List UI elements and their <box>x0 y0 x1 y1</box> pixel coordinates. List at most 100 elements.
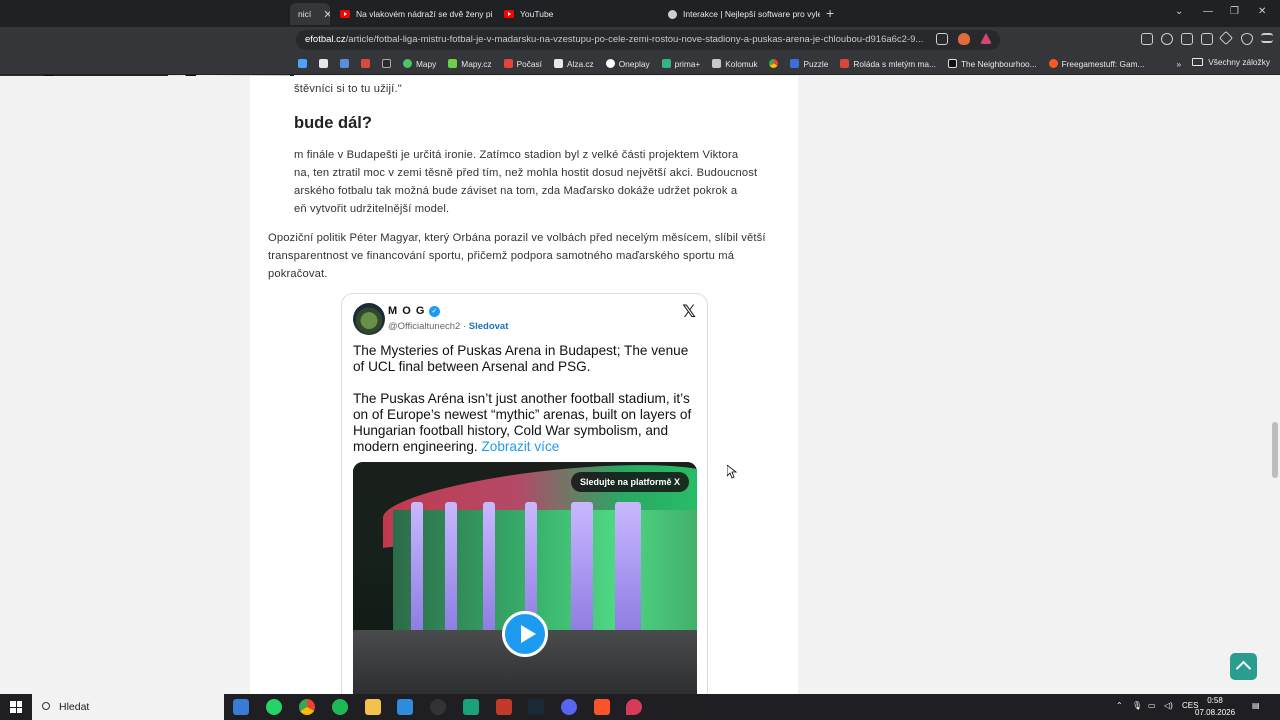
app-icon[interactable] <box>626 699 642 715</box>
show-more-link[interactable]: Zobrazit více <box>481 439 559 454</box>
tab-youtube[interactable]: YouTube <box>496 3 656 25</box>
url-field[interactable]: efotbal.cz/article/fotbal-liga-mistru-fo… <box>296 30 1000 50</box>
tab-label: nicí <box>298 9 312 19</box>
oneplay-icon <box>605 59 615 68</box>
network-icon[interactable]: ▭ <box>1148 701 1156 710</box>
restore-icon[interactable]: ❐ <box>1230 6 1239 17</box>
bookmark-neighbourhood[interactable]: The Neighbourhoo... <box>947 58 1037 69</box>
spotify-icon[interactable] <box>332 699 348 715</box>
bookmark-label: Mapy.cz <box>461 58 492 69</box>
app-icon[interactable] <box>463 699 479 715</box>
stadium-pillar <box>411 502 423 642</box>
notifications-icon[interactable]: ▤ <box>1252 701 1260 710</box>
wallet-icon[interactable] <box>1201 33 1213 45</box>
bookmark-label: Roláda s mletým ma... <box>853 58 936 69</box>
embedded-tweet[interactable]: M O G ✓ @Officialtunech2 · Sledovat 𝕏 Th… <box>341 293 708 703</box>
taskbar-search[interactable]: Hledat <box>32 694 224 720</box>
youtube-icon <box>340 10 350 18</box>
author-name: M O G <box>388 305 426 317</box>
tweet-text-2: The Puskas Aréna isn’t just another foot… <box>353 391 698 455</box>
task-view-icon[interactable] <box>233 699 249 715</box>
bookmark-kolomuk[interactable]: Kolomuk <box>712 59 757 69</box>
app-icon[interactable] <box>430 699 446 715</box>
new-tab-button[interactable]: + <box>826 5 834 21</box>
bookmark-icon-only[interactable] <box>340 59 349 68</box>
prima-icon <box>661 59 671 68</box>
bookmark-icon-only[interactable] <box>769 59 779 68</box>
menu-icon[interactable] <box>1261 33 1273 43</box>
bookmark-label: Puzzle <box>803 58 829 69</box>
bookmark-puzzle[interactable]: Puzzle <box>790 59 828 69</box>
scroll-to-top-button[interactable] <box>1230 653 1257 680</box>
minimize-icon[interactable]: — <box>1203 6 1213 17</box>
media-icon[interactable] <box>1161 33 1173 45</box>
tab-list-icon[interactable]: ⌄ <box>1175 6 1183 17</box>
watch-on-x-button[interactable]: Sledujte na platformě X <box>570 472 689 492</box>
bookmark-favicon <box>382 59 391 68</box>
bookmark-mapy-cz[interactable]: Mapy.cz <box>448 58 492 69</box>
paragraph-line: arského fotbalu tak možná bude záviset n… <box>294 185 738 197</box>
chrome-icon[interactable] <box>299 699 315 715</box>
bookmark-freegamestuff[interactable]: Freegamestuff: Gam... <box>1048 58 1145 69</box>
brave-shields-icon[interactable] <box>958 33 970 45</box>
bookmark-label: Freegamestuff: Gam... <box>1061 58 1145 69</box>
microphone-icon[interactable]: 🎙 <box>1132 701 1142 710</box>
avatar[interactable] <box>353 303 385 335</box>
bookmark-favicon <box>340 59 349 68</box>
mapy-cz-icon <box>448 59 458 68</box>
whatsapp-icon[interactable] <box>266 699 282 715</box>
tweet-video[interactable]: Sledujte na platformě X <box>353 462 697 702</box>
stadium-pillar <box>571 502 593 642</box>
verified-badge-icon: ✓ <box>429 305 441 317</box>
steam-icon[interactable] <box>528 699 544 715</box>
close-tab-icon[interactable]: ✕ <box>323 8 330 21</box>
windows-start-icon[interactable] <box>10 701 22 713</box>
quote-tail: štěvníci si to tu užijí." <box>294 83 402 95</box>
tab-news[interactable]: Na vlakovém nádraží se dvě ženy při <box>332 3 492 25</box>
bookmark-oneplay[interactable]: Oneplay <box>605 59 650 69</box>
app-icon[interactable] <box>397 699 413 715</box>
brave-rewards-icon[interactable] <box>980 33 992 44</box>
alza-icon <box>553 59 563 68</box>
bookmark-label: The Neighbourhoo... <box>960 58 1037 69</box>
bookmark-prima[interactable]: prima+ <box>661 59 700 69</box>
bookmark-label: Alza.cz <box>566 58 594 69</box>
stadium-pillar <box>615 502 641 642</box>
tab-current[interactable]: nicí ✕ <box>290 3 330 25</box>
system-clock[interactable]: 0:58 07.08.2026 <box>1195 695 1235 719</box>
windows-taskbar: Hledat ⌃ 🎙 ▭ ◁) CES 0:58 07.08.2026 ▤ <box>0 694 1280 720</box>
tray-overflow-icon[interactable]: ⌃ <box>1116 701 1123 710</box>
tweet-author[interactable]: M O G ✓ <box>388 305 441 317</box>
tab-label: Interakce | Nejlepší software pro vyle <box>683 9 820 19</box>
paragraph-line: Opoziční politik Péter Magyar, který Orb… <box>268 232 766 244</box>
close-window-icon[interactable]: ✕ <box>1258 6 1266 17</box>
page-scrollbar[interactable] <box>1270 76 1280 694</box>
all-bookmarks-button[interactable]: Všechny záložky <box>1192 57 1270 67</box>
tab-interakce[interactable]: Interakce | Nejlepší software pro vyle <box>660 3 820 25</box>
more-bookmarks-button[interactable]: » <box>1176 59 1181 69</box>
bookmark-mapy[interactable]: Mapy <box>403 59 436 69</box>
app-icon[interactable] <box>496 699 512 715</box>
brave-icon[interactable] <box>594 699 610 715</box>
clock-date: 07.08.2026 <box>1195 708 1236 717</box>
bookmark-icon-only[interactable] <box>319 59 328 68</box>
sidebar-icon[interactable] <box>1181 33 1193 45</box>
url-path: /article/fotbal-liga-mistru-fotbal-je-v-… <box>345 34 924 45</box>
bookmark-pocasi[interactable]: Počasí <box>503 59 542 69</box>
author-handle[interactable]: @Officialtunech2 · <box>388 321 469 332</box>
discord-icon[interactable] <box>561 699 577 715</box>
bookmark-rolada[interactable]: Roláda s mletým ma... <box>840 59 936 69</box>
tweet-handle-row: @Officialtunech2 · Sledovat <box>388 321 508 332</box>
follow-link[interactable]: Sledovat <box>469 321 509 332</box>
extensions-icon[interactable] <box>1141 33 1153 45</box>
bookmark-icon-only[interactable] <box>361 59 370 68</box>
scrollbar-thumb[interactable] <box>1272 422 1278 478</box>
volume-icon[interactable]: ◁) <box>1164 701 1173 710</box>
reader-mode-icon[interactable] <box>936 33 948 45</box>
x-logo-icon[interactable]: 𝕏 <box>682 302 696 322</box>
file-explorer-icon[interactable] <box>365 699 381 715</box>
play-icon[interactable] <box>502 611 548 657</box>
bookmark-icon-only[interactable] <box>298 59 307 68</box>
bookmark-alza[interactable]: Alza.cz <box>553 58 594 69</box>
bookmark-icon-only[interactable] <box>382 59 391 68</box>
